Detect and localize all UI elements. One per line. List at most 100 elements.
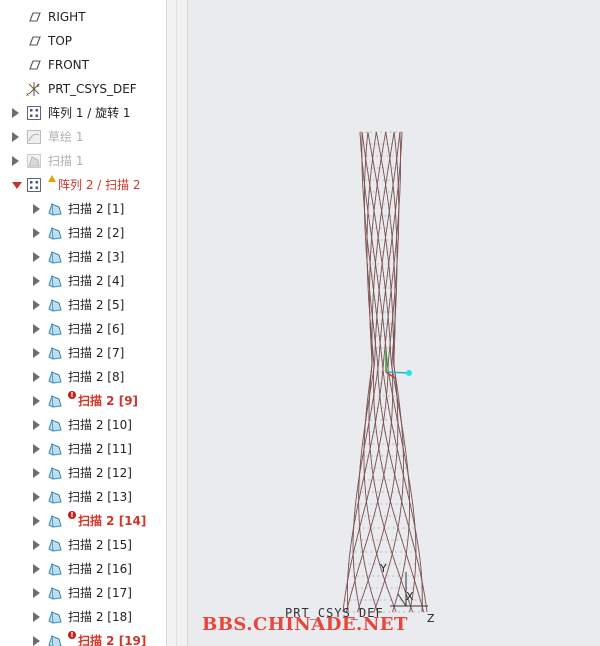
tree-item[interactable]: 扫描 2 [17] xyxy=(0,581,166,605)
tree-item-label: 扫描 2 [14] xyxy=(78,514,147,528)
tree-item[interactable]: 扫描 2 [18] xyxy=(0,605,166,629)
tree-item[interactable]: ! 扫描 2 [9] xyxy=(0,389,166,413)
expand-arrow-icon[interactable] xyxy=(33,540,40,550)
tree-item[interactable]: 扫描 2 [12] xyxy=(0,461,166,485)
expand-arrow-icon[interactable] xyxy=(33,588,40,598)
tree-item-label: FRONT xyxy=(48,58,89,72)
tree-item[interactable]: 扫描 2 [2] xyxy=(0,221,166,245)
expand-arrow-icon[interactable] xyxy=(33,348,40,358)
panel-splitter[interactable] xyxy=(166,0,188,646)
pattern-icon xyxy=(26,105,42,121)
tree-item[interactable]: 扫描 2 [5] xyxy=(0,293,166,317)
tree-item[interactable]: 扫描 2 [7] xyxy=(0,341,166,365)
sweep-icon xyxy=(47,513,63,529)
tree-item[interactable]: 扫描 2 [6] xyxy=(0,317,166,341)
tree-item-label: 扫描 2 [12] xyxy=(68,466,132,480)
tree-item[interactable]: 扫描 2 [11] xyxy=(0,437,166,461)
expand-arrow-icon[interactable] xyxy=(33,468,40,478)
expand-arrow-icon[interactable] xyxy=(33,420,40,430)
datum-plane-icon xyxy=(26,33,42,49)
svg-text:x: x xyxy=(26,92,29,97)
collapse-arrow-icon[interactable] xyxy=(12,182,22,189)
expand-arrow-icon[interactable] xyxy=(33,204,40,214)
watermark-text: BBS.CHINADE.NET xyxy=(202,614,408,635)
expand-arrow-icon[interactable] xyxy=(33,636,40,646)
model-tree: RIGHT TOP FRONT x z PRT_CSYS_DEF 阵列 1 / 旋转 1 草绘… xyxy=(0,0,166,646)
triad-origin-handle xyxy=(406,370,412,376)
tree-item[interactable]: 扫描 2 [10] xyxy=(0,413,166,437)
tree-item[interactable]: 扫描 2 [4] xyxy=(0,269,166,293)
sweep-icon xyxy=(47,249,63,265)
tree-item[interactable]: 扫描 2 [15] xyxy=(0,533,166,557)
csys-x-text: X xyxy=(406,590,414,603)
tree-item-label: TOP xyxy=(48,34,73,48)
warning-badge-icon xyxy=(48,175,56,182)
expand-arrow-icon[interactable] xyxy=(33,324,40,334)
tree-item[interactable]: 阵列 2 / 扫描 2 xyxy=(0,173,166,197)
sweep-icon xyxy=(47,297,63,313)
expand-arrow-icon[interactable] xyxy=(12,132,19,142)
tree-item[interactable]: 阵列 1 / 旋转 1 xyxy=(0,101,166,125)
csys-z-text: Z xyxy=(427,612,435,625)
sweep-icon xyxy=(47,441,63,457)
sweep-icon xyxy=(47,489,63,505)
tree-item[interactable]: x z PRT_CSYS_DEF xyxy=(0,77,166,101)
expand-arrow-icon[interactable] xyxy=(12,156,19,166)
sweep-icon xyxy=(47,393,63,409)
expand-arrow-icon[interactable] xyxy=(33,276,40,286)
sweep-icon xyxy=(47,417,63,433)
tree-item-label: 扫描 1 xyxy=(48,154,84,168)
tree-item[interactable]: ! 扫描 2 [19] xyxy=(0,629,166,646)
expand-arrow-icon[interactable] xyxy=(33,228,40,238)
sweep-icon xyxy=(47,273,63,289)
expand-arrow-icon[interactable] xyxy=(33,492,40,502)
expand-arrow-icon[interactable] xyxy=(33,396,40,406)
tree-item-label: 阵列 1 / 旋转 1 xyxy=(48,106,131,120)
tree-item[interactable]: 扫描 2 [16] xyxy=(0,557,166,581)
error-badge-icon: ! xyxy=(68,511,76,519)
tree-item[interactable]: 扫描 2 [1] xyxy=(0,197,166,221)
tree-item-label: 扫描 2 [9] xyxy=(78,394,139,408)
tree-item[interactable]: TOP xyxy=(0,29,166,53)
tree-item-label: 扫描 2 [16] xyxy=(68,562,132,576)
sweep-icon xyxy=(47,345,63,361)
sweep-icon xyxy=(47,585,63,601)
splitter-grip xyxy=(176,0,177,646)
tree-item[interactable]: FRONT xyxy=(0,53,166,77)
tree-item-label: 扫描 2 [10] xyxy=(68,418,132,432)
error-badge-icon: ! xyxy=(68,631,76,639)
expand-arrow-icon[interactable] xyxy=(33,252,40,262)
tree-item[interactable]: RIGHT xyxy=(0,5,166,29)
tree-item[interactable]: 扫描 2 [3] xyxy=(0,245,166,269)
tree-item[interactable]: 扫描 1 xyxy=(0,149,166,173)
triad-x-axis xyxy=(385,371,410,374)
sketch-icon xyxy=(26,129,42,145)
expand-arrow-icon[interactable] xyxy=(12,108,19,118)
expand-arrow-icon[interactable] xyxy=(33,300,40,310)
tree-item-label: 扫描 2 [7] xyxy=(68,346,125,360)
expand-arrow-icon[interactable] xyxy=(33,372,40,382)
datum-plane-icon xyxy=(26,9,42,25)
tree-item-label: 扫描 2 [3] xyxy=(68,250,125,264)
tree-item-label: 扫描 2 [6] xyxy=(68,322,125,336)
sweep-icon xyxy=(47,561,63,577)
expand-arrow-icon[interactable] xyxy=(33,612,40,622)
tree-item-label: 草绘 1 xyxy=(48,130,84,144)
expand-arrow-icon[interactable] xyxy=(33,564,40,574)
tree-item[interactable]: 扫描 2 [13] xyxy=(0,485,166,509)
expand-arrow-icon[interactable] xyxy=(33,444,40,454)
tree-item-label: 扫描 2 [13] xyxy=(68,490,132,504)
tree-item[interactable]: 草绘 1 xyxy=(0,125,166,149)
sweep-icon xyxy=(47,609,63,625)
tree-item-label: 扫描 2 [5] xyxy=(68,298,125,312)
tree-item-label: 扫描 2 [18] xyxy=(68,610,132,624)
sweep-icon xyxy=(47,465,63,481)
graphics-viewport[interactable]: YXZ PRT_CSYS_DEF BBS.CHINADE.NET xyxy=(188,0,600,646)
expand-arrow-icon[interactable] xyxy=(33,516,40,526)
tree-item[interactable]: ! 扫描 2 [14] xyxy=(0,509,166,533)
tree-item-label: 扫描 2 [4] xyxy=(68,274,125,288)
sweep-icon xyxy=(47,369,63,385)
tree-item-label: 扫描 2 [2] xyxy=(68,226,125,240)
tree-item[interactable]: 扫描 2 [8] xyxy=(0,365,166,389)
sweep-icon-dim xyxy=(26,153,42,169)
